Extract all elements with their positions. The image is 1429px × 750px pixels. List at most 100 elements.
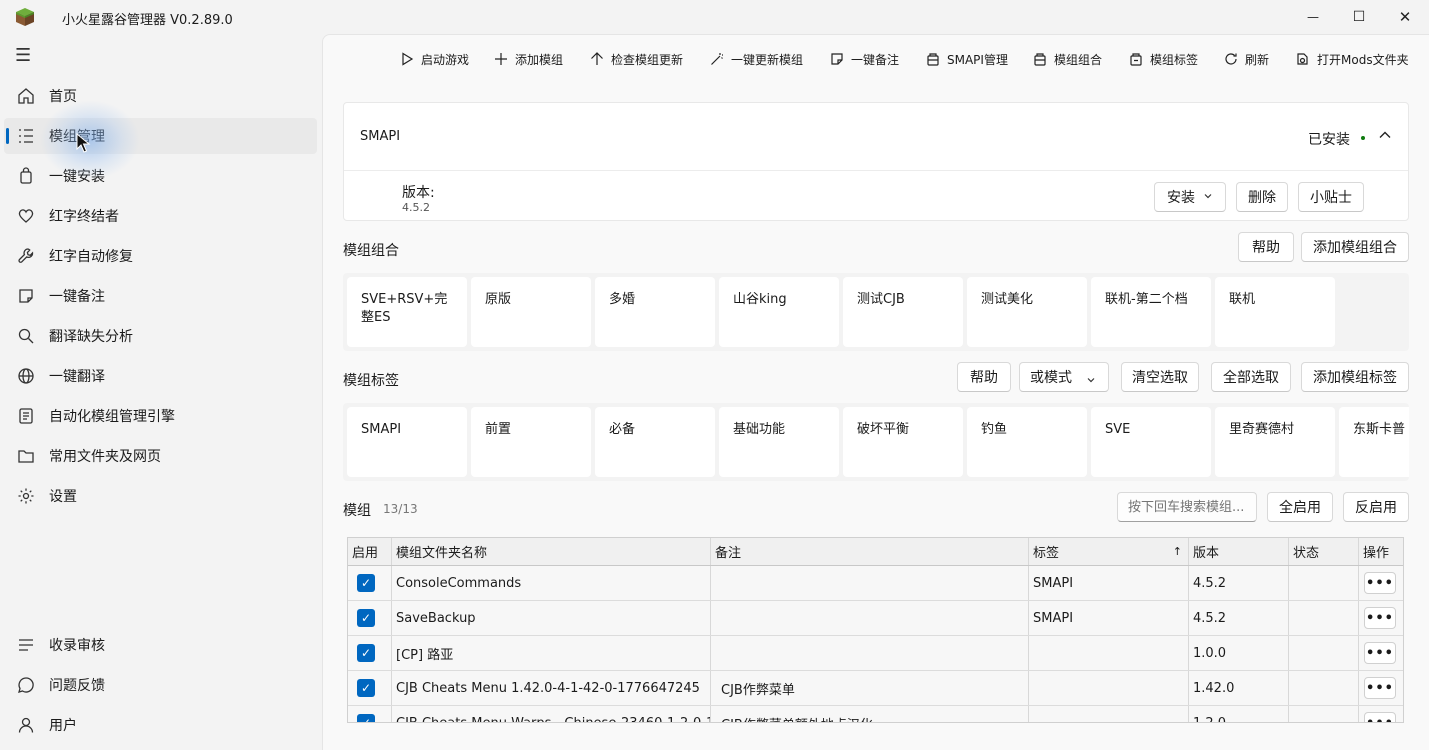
mode-select[interactable]: 或模式 (1019, 362, 1109, 392)
nav-item-review[interactable]: 收录审核 (4, 627, 317, 663)
nav-item-automation-engine[interactable]: 自动化模组管理引擎 (4, 398, 317, 434)
tag-label: SVE (1105, 422, 1131, 437)
combo-tile[interactable]: 联机 (1215, 277, 1335, 347)
col-name[interactable]: 模组文件夹名称 (392, 538, 711, 565)
smapi-management-button[interactable]: SMAPI管理 (925, 49, 1008, 69)
col-status[interactable]: 状态 (1289, 538, 1359, 565)
mod-name: ConsoleCommands (392, 566, 711, 600)
list-lines-icon (17, 636, 35, 654)
nav-item-folders-and-web[interactable]: 常用文件夹及网页 (4, 438, 317, 474)
update-all-button[interactable]: 一键更新模组 (709, 49, 803, 69)
add-combo-label: 添加模组组合 (1313, 240, 1397, 256)
install-dropdown[interactable]: 安装 (1154, 182, 1226, 212)
combo-tile[interactable]: 原版 (471, 277, 591, 347)
table-row[interactable]: ✓ CJB Cheats Menu Warps - Chinese-23460-… (348, 706, 1403, 722)
tag-tile[interactable]: SMAPI (347, 407, 467, 477)
col-note[interactable]: 备注 (711, 538, 1029, 565)
table-row[interactable]: ✓ SaveBackup SMAPI 4.5.2 ••• (348, 601, 1403, 636)
nav-item-feedback[interactable]: 问题反馈 (4, 667, 317, 703)
tag-tile[interactable]: 基础功能 (719, 407, 839, 477)
one-click-note-button[interactable]: 一键备注 (829, 49, 899, 69)
combos-title: 模组组合 (343, 243, 399, 259)
engine-icon (17, 407, 35, 425)
tag-tile[interactable]: 里奇赛德村 (1215, 407, 1335, 477)
maximize-button[interactable]: ☐ (1336, 0, 1382, 34)
open-mods-folder-button[interactable]: 打开Mods文件夹 (1295, 49, 1409, 69)
nav-item-auto-fix[interactable]: 红字自动修复 (4, 238, 317, 274)
mods-title: 模组 (343, 503, 371, 519)
enabled-checkbox[interactable]: ✓ (357, 679, 375, 697)
combos-help-button[interactable]: 帮助 (1238, 232, 1294, 262)
search-input[interactable] (1117, 492, 1257, 522)
nav-item-one-click-note[interactable]: 一键备注 (4, 278, 317, 314)
more-actions-icon[interactable]: ••• (1364, 572, 1396, 594)
more-actions-icon[interactable]: ••• (1364, 677, 1396, 699)
launch-game-button[interactable]: 启动游戏 (399, 49, 469, 69)
mod-tags: SMAPI (1029, 566, 1189, 600)
mod-tags-button[interactable]: 模组标签 (1128, 49, 1198, 69)
mod-tags: SMAPI (1029, 601, 1189, 635)
tag-tile[interactable]: SVE (1091, 407, 1211, 477)
combo-label: 测试美化 (981, 292, 1034, 307)
nav-item-one-click-install[interactable]: 一键安装 (4, 158, 317, 194)
nav-item-mod-management[interactable]: 模组管理 (4, 118, 317, 154)
enabled-checkbox[interactable]: ✓ (357, 574, 375, 592)
mod-status (1289, 566, 1359, 600)
more-actions-icon[interactable]: ••• (1364, 642, 1396, 664)
enable-all-label: 全启用 (1279, 500, 1321, 516)
combo-tile[interactable]: 联机-第二个档 (1091, 277, 1211, 347)
check-updates-button[interactable]: 检查模组更新 (589, 49, 683, 69)
add-tag-button[interactable]: 添加模组标签 (1301, 362, 1409, 392)
more-actions-icon[interactable]: ••• (1364, 607, 1396, 629)
nav-item-one-click-translate[interactable]: 一键翻译 (4, 358, 317, 394)
mod-tags (1029, 706, 1189, 722)
smapi-title: SMAPI (360, 129, 401, 144)
tag-tile[interactable]: 必备 (595, 407, 715, 477)
nav-item-red-text-terminator[interactable]: 红字终结者 (4, 198, 317, 234)
smapi-header[interactable]: SMAPI 已安装 (344, 103, 1408, 171)
col-tags[interactable]: 标签 ↑ (1029, 538, 1189, 565)
enabled-checkbox[interactable]: ✓ (357, 644, 375, 662)
col-version[interactable]: 版本 (1189, 538, 1289, 565)
mod-version: 4.5.2 (1189, 566, 1289, 600)
tag-tile[interactable]: 破坏平衡 (843, 407, 963, 477)
delete-button[interactable]: 删除 (1236, 182, 1288, 212)
hamburger-icon[interactable]: ☰ (15, 46, 35, 66)
mod-combos-button[interactable]: 模组组合 (1032, 49, 1102, 69)
tag-tile[interactable]: 东斯卡普 (1339, 407, 1409, 477)
add-combo-button[interactable]: 添加模组组合 (1301, 232, 1409, 262)
more-actions-icon[interactable]: ••• (1364, 712, 1396, 722)
enabled-checkbox[interactable]: ✓ (357, 609, 375, 627)
nav-item-settings[interactable]: 设置 (4, 478, 317, 514)
combo-tile[interactable]: SVE+RSV+完整ES (347, 277, 467, 347)
chevron-up-icon[interactable] (1378, 128, 1392, 146)
clear-selection-button[interactable]: 清空选取 (1121, 362, 1199, 392)
combo-tile[interactable]: 多婚 (595, 277, 715, 347)
table-row[interactable]: ✓ [CP] 路亚 1.0.0 ••• (348, 636, 1403, 671)
tag-tile[interactable]: 钓鱼 (967, 407, 1087, 477)
enabled-checkbox[interactable]: ✓ (357, 714, 375, 722)
bag-icon (17, 167, 35, 185)
smapi-status: 已安装 (1308, 132, 1350, 148)
minimize-button[interactable]: — (1290, 0, 1336, 34)
invert-enable-button[interactable]: 反启用 (1343, 492, 1409, 522)
tips-button[interactable]: 小贴士 (1298, 182, 1364, 212)
mod-tags (1029, 636, 1189, 670)
combo-tile[interactable]: 山谷king (719, 277, 839, 347)
nav-item-user[interactable]: 用户 (4, 707, 317, 743)
nav-item-home[interactable]: 首页 (4, 78, 317, 114)
close-button[interactable]: ✕ (1382, 0, 1428, 34)
combo-tile[interactable]: 测试美化 (967, 277, 1087, 347)
table-row[interactable]: ✓ CJB Cheats Menu 1.42.0-4-1-42-0-177664… (348, 671, 1403, 706)
tags-help-button[interactable]: 帮助 (957, 362, 1011, 392)
refresh-icon (1223, 51, 1239, 67)
table-row[interactable]: ✓ ConsoleCommands SMAPI 4.5.2 ••• (348, 566, 1403, 601)
add-mod-button[interactable]: 添加模组 (493, 49, 563, 69)
select-all-button[interactable]: 全部选取 (1211, 362, 1291, 392)
col-enabled[interactable]: 启用 (348, 538, 392, 565)
nav-item-translation-analysis[interactable]: 翻译缺失分析 (4, 318, 317, 354)
enable-all-button[interactable]: 全启用 (1267, 492, 1333, 522)
tag-tile[interactable]: 前置 (471, 407, 591, 477)
refresh-button[interactable]: 刷新 (1223, 49, 1269, 69)
combo-tile[interactable]: 测试CJB (843, 277, 963, 347)
